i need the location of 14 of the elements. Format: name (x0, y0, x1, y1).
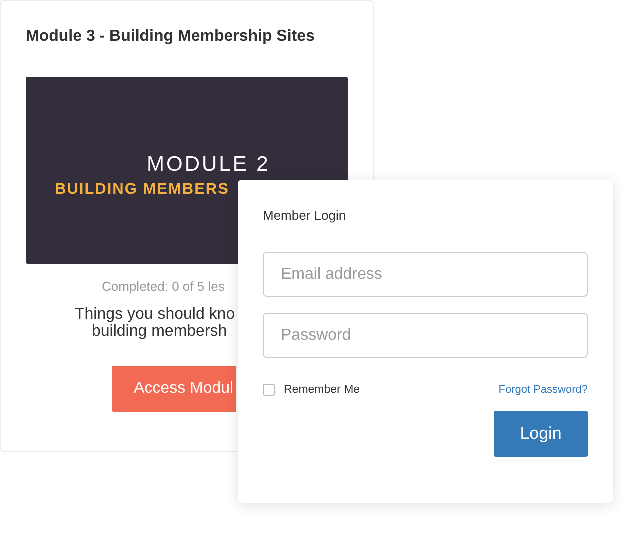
forgot-password-link[interactable]: Forgot Password? (498, 384, 588, 396)
email-field[interactable]: Email address (263, 252, 588, 297)
access-module-button[interactable]: Access Modul (112, 366, 236, 412)
password-field[interactable]: Password (263, 313, 588, 358)
module-title: Module 3 - Building Membership Sites (26, 27, 316, 47)
banner-heading: MODULE 2 (147, 152, 270, 176)
login-title: Member Login (263, 208, 348, 223)
login-button[interactable]: Login (494, 411, 588, 457)
progress-text: Completed: 0 of 5 les (102, 279, 225, 294)
remember-checkbox[interactable] (263, 384, 275, 396)
banner-subtitle: BUILDING MEMBERS (55, 180, 230, 200)
description-text: Things you should kno (75, 306, 236, 323)
remember-label: Remember Me (284, 384, 360, 396)
description-text: building membersh (92, 323, 228, 340)
